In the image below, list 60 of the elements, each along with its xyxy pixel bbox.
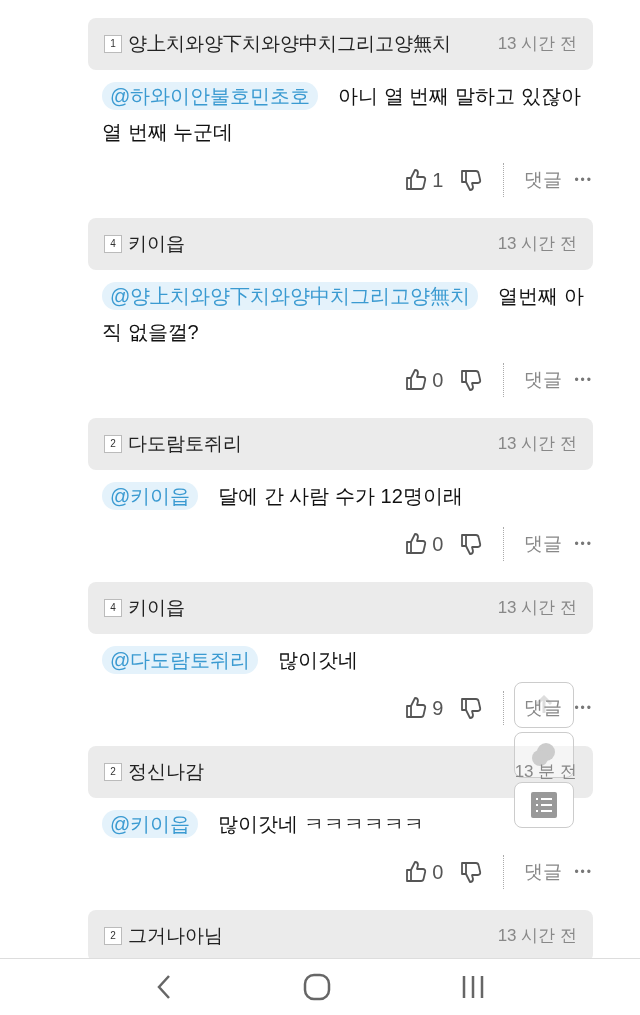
level-badge: 2: [104, 435, 122, 453]
more-menu[interactable]: •••: [574, 535, 593, 553]
thumbs-up-icon[interactable]: [404, 860, 429, 884]
scroll-top-button[interactable]: [514, 682, 574, 728]
level-badge: 4: [104, 599, 122, 617]
comment-text: 달에 간 사람 수가 12명이래: [218, 484, 463, 509]
comment-text: 열 번째 누군데: [102, 120, 234, 145]
comment-text: 직 없을껄?: [102, 320, 199, 345]
comment-text: 열번째 아: [498, 284, 584, 309]
like-count: 1: [432, 168, 444, 193]
author-name[interactable]: 양上치와양下치와양中치그리고양無치: [128, 29, 451, 59]
like-count: 0: [432, 532, 444, 557]
author-name[interactable]: 키이읍: [128, 229, 185, 259]
thumbs-down-icon[interactable]: [459, 696, 484, 720]
author-name[interactable]: 정신나감: [128, 757, 204, 787]
timestamp: 13 시간 전: [497, 597, 577, 620]
mention-tag[interactable]: @다도람토쥐리: [102, 646, 259, 674]
reply-link[interactable]: 댓글: [524, 165, 563, 195]
thumbs-up-icon[interactable]: [404, 168, 429, 192]
thumbs-down-icon[interactable]: [459, 532, 484, 556]
timestamp: 13 시간 전: [497, 33, 577, 56]
comment-text: 많이갓네 ㅋㅋㅋㅋㅋㅋ: [218, 812, 424, 837]
author-name[interactable]: 키이읍: [128, 593, 185, 623]
list-button[interactable]: [514, 782, 574, 828]
timestamp: 13 시간 전: [497, 233, 577, 256]
comment-text: 많이갓네: [278, 648, 359, 673]
thumbs-up-icon[interactable]: [404, 532, 429, 556]
mention-tag[interactable]: @키이읍: [102, 810, 199, 838]
thumbs-up-icon[interactable]: [404, 368, 429, 392]
reply-link[interactable]: 댓글: [524, 529, 563, 559]
mention-tag[interactable]: @양上치와양下치와양中치그리고양無치: [102, 282, 479, 310]
mention-tag[interactable]: @하와이안불호민초호: [102, 82, 319, 110]
more-menu[interactable]: •••: [574, 171, 593, 189]
reply-link[interactable]: 댓글: [524, 857, 563, 887]
more-menu[interactable]: •••: [574, 371, 593, 389]
timestamp: 13 시간 전: [497, 433, 577, 456]
level-badge: 2: [104, 763, 122, 781]
chat-button[interactable]: [514, 732, 574, 778]
level-badge: 4: [104, 235, 122, 253]
like-count: 9: [432, 696, 444, 721]
reply-link[interactable]: 댓글: [524, 693, 563, 723]
like-count: 0: [432, 860, 444, 885]
level-badge: 1: [104, 35, 122, 53]
thumbs-down-icon[interactable]: [459, 168, 484, 192]
author-name[interactable]: 그거나아님: [128, 921, 223, 951]
home-icon[interactable]: [303, 973, 331, 1001]
timestamp: 13 분 전: [514, 761, 577, 784]
timestamp: 13 시간 전: [497, 925, 577, 948]
more-menu[interactable]: •••: [574, 699, 593, 717]
thumbs-up-icon[interactable]: [404, 696, 429, 720]
author-name[interactable]: 다도람토쥐리: [128, 429, 242, 459]
more-menu[interactable]: •••: [574, 863, 593, 881]
reply-link[interactable]: 댓글: [524, 365, 563, 395]
mention-tag[interactable]: @키이읍: [102, 482, 199, 510]
list-icon: [531, 792, 557, 818]
thumbs-down-icon[interactable]: [459, 860, 484, 884]
thumbs-down-icon[interactable]: [459, 368, 484, 392]
level-badge: 2: [104, 927, 122, 945]
like-count: 0: [432, 368, 444, 393]
comment-text: 아니 열 번째 말하고 있잖아: [338, 84, 581, 109]
